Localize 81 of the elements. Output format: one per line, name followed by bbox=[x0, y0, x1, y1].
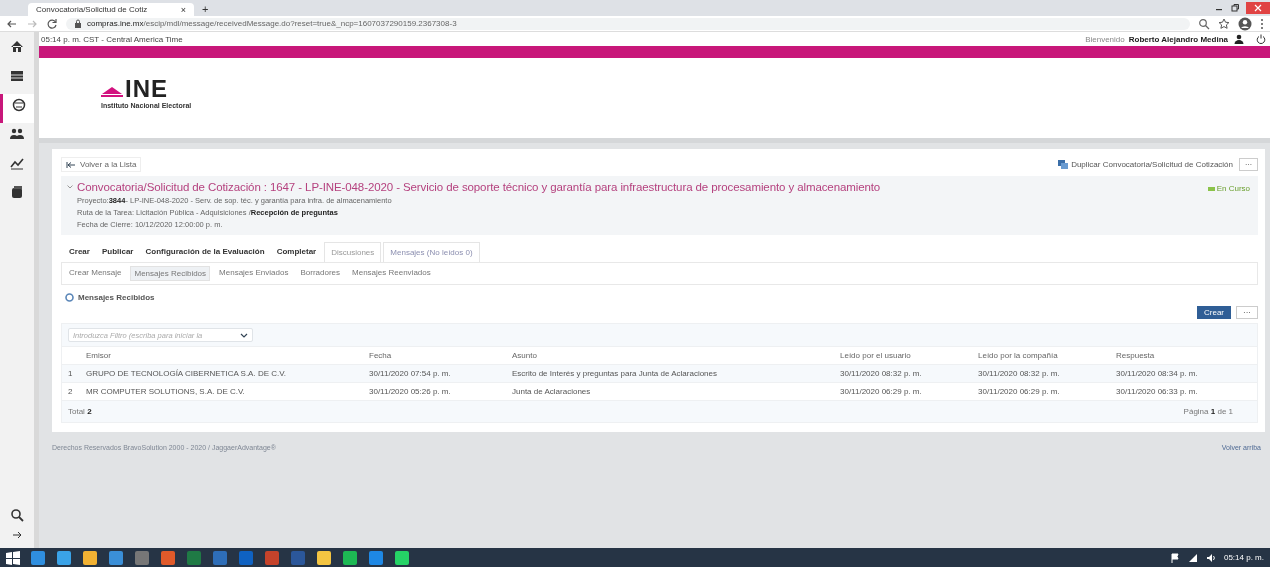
duplicate-link[interactable]: Duplicar Convocatoria/Solicitud de Cotización bbox=[1058, 160, 1233, 169]
menu-icon[interactable] bbox=[1260, 17, 1264, 30]
column-header: Leído por la compañía bbox=[978, 351, 1059, 360]
more-button[interactable]: ··· bbox=[1236, 306, 1258, 319]
section-title: Mensajes Recibidos bbox=[78, 293, 155, 302]
star-icon[interactable] bbox=[1218, 17, 1230, 30]
app-icon[interactable] bbox=[342, 549, 358, 566]
back-link[interactable]: Volver a la Lista bbox=[61, 157, 142, 172]
subtab[interactable]: Mensajes Enviados bbox=[216, 266, 292, 281]
column-header: Respuesta bbox=[1116, 351, 1156, 360]
page-title: Convocatoria/Solicitud de Cotización : 1647 - LP-INE-048-2020 - Servicio de soporte técnico y garantía para infraestructura de procesamiento y almacenamiento bbox=[77, 181, 881, 193]
flag-icon[interactable] bbox=[1169, 552, 1180, 563]
user-name: Roberto Alejandro Medina bbox=[1128, 34, 1228, 44]
app-icon[interactable] bbox=[368, 549, 384, 566]
clock[interactable]: 05:14 p. m. bbox=[1223, 553, 1264, 562]
status-label: En Curso bbox=[1216, 184, 1250, 193]
start-icon[interactable] bbox=[6, 550, 20, 565]
app-icon[interactable] bbox=[394, 549, 410, 566]
copy-icon bbox=[1058, 160, 1069, 169]
zoom-icon[interactable] bbox=[1198, 17, 1210, 30]
create-button[interactable]: Crear bbox=[1197, 306, 1231, 319]
row-number: 1 bbox=[68, 369, 74, 378]
table-cell-text: 30/11/2020 07:54 p. m. bbox=[369, 369, 452, 378]
row-number: 2 bbox=[68, 387, 74, 396]
table-cell-text: Escrito de Interés y preguntas para Junta de Aclaraciones bbox=[512, 369, 718, 378]
app-icon[interactable] bbox=[56, 549, 72, 566]
circle-icon bbox=[65, 293, 74, 302]
close-icon[interactable] bbox=[1246, 2, 1270, 14]
address-field[interactable]: compras.ine.mx/escip/mdl/message/receivedMessage.do?reset=true&_ncp=1607037290159.2367308-3 bbox=[66, 17, 1190, 30]
chevron-down-icon bbox=[240, 333, 248, 338]
power-icon[interactable] bbox=[1256, 34, 1266, 44]
app-icon[interactable] bbox=[82, 549, 98, 566]
welcome-label: Bienvenido bbox=[1085, 34, 1125, 44]
volume-icon[interactable] bbox=[1205, 552, 1216, 563]
home-icon bbox=[9, 38, 25, 55]
subtab[interactable]: Mensajes Reenviados bbox=[349, 266, 434, 281]
expand-icon[interactable] bbox=[12, 530, 22, 540]
table-cell-text: GRUPO DE TECNOLOGÍA CIBERNETICA S.A. DE C.V. bbox=[86, 369, 288, 378]
pagination-label: Página 1 de 1 bbox=[1183, 407, 1233, 416]
table-cell-text: 30/11/2020 08:32 p. m. bbox=[840, 369, 923, 378]
sidebar-item[interactable] bbox=[0, 94, 34, 123]
column-header: Asunto bbox=[512, 351, 538, 360]
app-icon[interactable] bbox=[30, 549, 46, 566]
new-tab-button[interactable]: + bbox=[202, 3, 209, 16]
app-icon[interactable] bbox=[108, 549, 124, 566]
table-cell-text: 30/11/2020 06:33 p. m. bbox=[1116, 387, 1199, 396]
table-cell-text: 30/11/2020 06:29 p. m. bbox=[978, 387, 1061, 396]
signal-icon[interactable] bbox=[1187, 552, 1198, 563]
browser-tab[interactable]: Convocatoria/Solicitud de Cotiz × bbox=[28, 3, 194, 16]
table-cell-text: 30/11/2020 05:26 p. m. bbox=[369, 387, 452, 396]
close-tab-button[interactable]: × bbox=[180, 4, 186, 15]
reload-icon[interactable] bbox=[46, 17, 58, 30]
restore-icon[interactable] bbox=[1230, 3, 1240, 13]
time-zone-label: 05:14 p. m. CST - Central America Time bbox=[41, 34, 183, 44]
stack-icon bbox=[9, 183, 25, 200]
subtab[interactable]: Mensajes Recibidos bbox=[130, 266, 211, 281]
tab[interactable]: Configuración de la Evaluación bbox=[139, 242, 271, 262]
app-icon[interactable] bbox=[316, 549, 332, 566]
subtab[interactable]: Borradores bbox=[297, 266, 343, 281]
lock-icon bbox=[74, 18, 82, 29]
profile-icon[interactable] bbox=[1238, 16, 1252, 31]
column-header: Fecha bbox=[369, 351, 393, 360]
column-header: Leído por el usuario bbox=[840, 351, 912, 360]
tab[interactable]: Crear bbox=[63, 242, 96, 262]
subtab[interactable]: Crear Mensaje bbox=[66, 266, 125, 281]
column-header: Emisor bbox=[86, 351, 112, 360]
tab[interactable]: Publicar bbox=[95, 242, 140, 262]
search-icon[interactable] bbox=[10, 508, 24, 522]
table-cell-text: Junta de Aclaraciones bbox=[512, 387, 592, 396]
table-cell-text: 30/11/2020 08:34 p. m. bbox=[1116, 369, 1199, 378]
back-arrow-icon bbox=[66, 160, 76, 169]
table-cell-text: 30/11/2020 08:32 p. m. bbox=[978, 369, 1061, 378]
user-icon[interactable] bbox=[1234, 34, 1244, 44]
tab[interactable]: Completar bbox=[270, 242, 323, 262]
table-cell-text: 30/11/2020 06:29 p. m. bbox=[840, 387, 923, 396]
status-indicator bbox=[1207, 186, 1215, 191]
logo-name: INE bbox=[125, 77, 168, 100]
collapse-icon[interactable] bbox=[67, 185, 73, 189]
table-cell-text: MR COMPUTER SOLUTIONS, S.A. DE C.V. bbox=[86, 387, 246, 396]
total-count: Total 2 bbox=[68, 407, 92, 416]
app-icon[interactable] bbox=[160, 549, 176, 566]
